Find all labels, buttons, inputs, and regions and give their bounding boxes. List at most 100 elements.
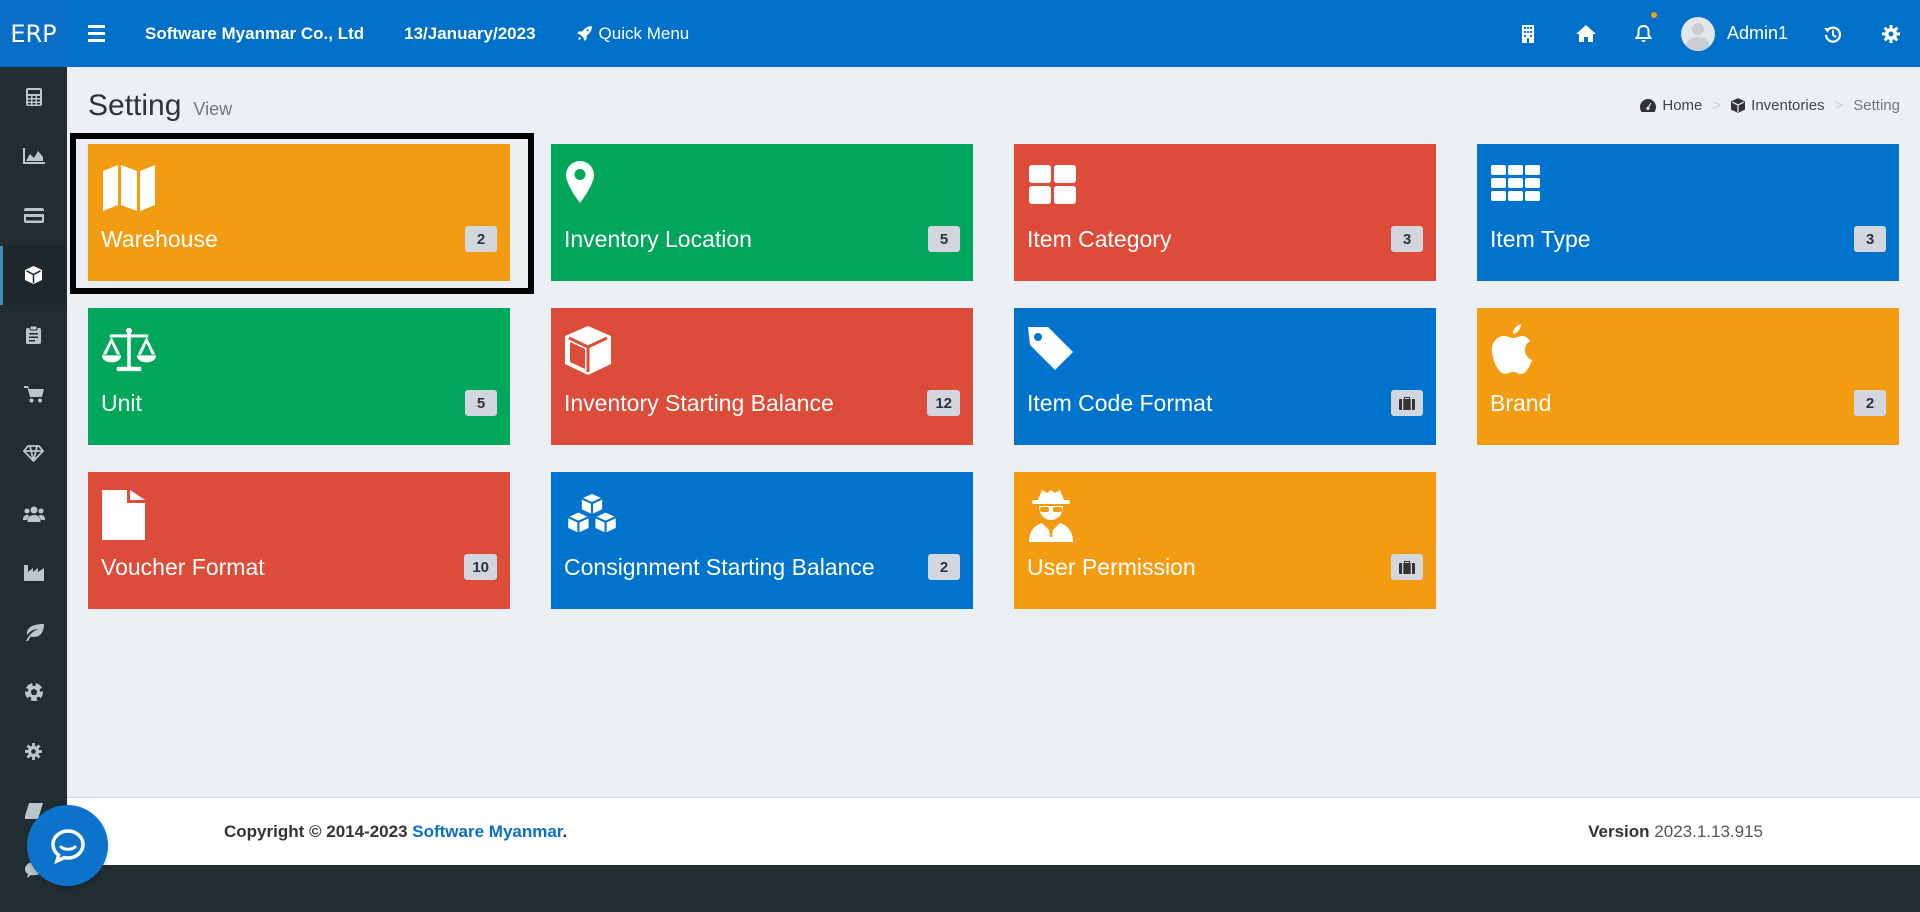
- breadcrumb-home[interactable]: Home: [1640, 97, 1702, 114]
- main-content: Setting View Home > Inventories > Settin…: [67, 67, 1920, 797]
- history-button[interactable]: [1804, 0, 1862, 67]
- cube-icon: [1731, 98, 1746, 113]
- sidebar-item-settings[interactable]: [0, 722, 67, 782]
- sidebar-item-inventories[interactable]: [0, 245, 67, 305]
- tile-item-category[interactable]: Item Category 3: [1014, 144, 1436, 281]
- soccer-ball-icon: [24, 682, 43, 701]
- page-header: Setting View: [88, 89, 232, 123]
- copyright-suffix: .: [562, 821, 568, 841]
- tile-item-code-format[interactable]: Item Code Format: [1014, 308, 1436, 445]
- clipboard-icon: [26, 325, 41, 344]
- tile-warehouse[interactable]: Warehouse 2: [88, 144, 510, 281]
- company-name: Software Myanmar Co., Ltd: [145, 23, 365, 43]
- sidebar-item-payments[interactable]: [0, 186, 67, 246]
- apple-icon: [1492, 324, 1532, 374]
- tile-label: Warehouse: [101, 226, 218, 252]
- cube-icon: [565, 326, 611, 375]
- version-number: 2023.1.13.915: [1654, 821, 1763, 841]
- copyright-text: Copyright © 2014-2023: [224, 821, 413, 841]
- footer: Copyright © 2014-2023 Software Myanmar. …: [67, 797, 1920, 865]
- quick-menu-label: Quick Menu: [598, 23, 690, 43]
- tile-inventory-location[interactable]: Inventory Location 5: [551, 144, 973, 281]
- sidebar: [0, 67, 67, 912]
- tile-label: Unit: [101, 390, 142, 416]
- cube-icon: [25, 266, 42, 285]
- sidebar-item-products[interactable]: [0, 424, 67, 484]
- version-info: Version 2023.1.13.915: [1588, 822, 1763, 842]
- chat-icon: [50, 828, 85, 864]
- tile-user-permission[interactable]: User Permission: [1014, 472, 1436, 609]
- tile-voucher-format[interactable]: Voucher Format 10: [88, 472, 510, 609]
- user-menu[interactable]: Admin1: [1673, 0, 1804, 67]
- count-badge: 2: [928, 554, 960, 580]
- tile-brand[interactable]: Brand 2: [1477, 308, 1899, 445]
- balance-scale-icon: [101, 327, 157, 372]
- tile-inventory-starting-balance[interactable]: Inventory Starting Balance 12: [551, 308, 973, 445]
- tile-item-type[interactable]: Item Type 3: [1477, 144, 1899, 281]
- sidebar-item-sports[interactable]: [0, 662, 67, 722]
- notifications-button[interactable]: [1615, 0, 1673, 67]
- sidebar-item-customers[interactable]: [0, 484, 67, 544]
- rocket-icon: [576, 26, 592, 41]
- company-link[interactable]: Software Myanmar: [412, 822, 562, 841]
- quick-menu-button[interactable]: Quick Menu: [576, 23, 690, 44]
- count-badge: 5: [928, 226, 960, 252]
- breadcrumb-separator: >: [1712, 97, 1722, 114]
- briefcase-icon: [1399, 396, 1415, 410]
- count-badge: 2: [465, 226, 497, 252]
- app-logo[interactable]: ERP: [0, 0, 67, 67]
- file-icon: [102, 490, 145, 540]
- th-icon: [1491, 165, 1540, 201]
- bottom-strip: [67, 865, 1920, 912]
- tile-consignment-starting-balance[interactable]: Consignment Starting Balance 2: [551, 472, 973, 609]
- dashboard-icon: [1640, 99, 1657, 112]
- top-navbar: Software Myanmar Co., Ltd 13/January/202…: [67, 0, 1920, 67]
- sidebar-toggle-button[interactable]: [67, 0, 125, 67]
- home-icon: [1575, 25, 1596, 42]
- sidebar-item-production[interactable]: [0, 543, 67, 603]
- hamburger-icon: [87, 23, 105, 44]
- breadcrumb: Home > Inventories > Setting: [1640, 97, 1900, 114]
- history-icon: [1824, 26, 1842, 43]
- breadcrumb-separator: >: [1834, 97, 1844, 114]
- tile-label: Item Type: [1490, 226, 1591, 252]
- user-secret-icon: [1029, 490, 1073, 542]
- sidebar-item-reports[interactable]: [0, 127, 67, 187]
- building-button[interactable]: [1499, 0, 1557, 67]
- th-large-icon: [1029, 165, 1076, 204]
- user-name: Admin1: [1726, 23, 1788, 43]
- version-label: Version: [1588, 821, 1650, 841]
- tile-label: Item Category: [1027, 226, 1172, 252]
- sidebar-item-eco[interactable]: [0, 603, 67, 663]
- breadcrumb-inventories-label: Inventories: [1751, 97, 1825, 114]
- breadcrumb-home-label: Home: [1662, 97, 1703, 114]
- chat-widget-button[interactable]: [27, 805, 108, 886]
- count-badge: 3: [1391, 226, 1423, 252]
- home-button[interactable]: [1557, 0, 1615, 67]
- sidebar-item-accounting[interactable]: [0, 67, 67, 127]
- tile-label: Inventory Location: [564, 226, 752, 252]
- industry-icon: [23, 565, 44, 582]
- page-subtitle: View: [193, 99, 233, 119]
- tile-label: Inventory Starting Balance: [564, 390, 834, 416]
- tile-label: Consignment Starting Balance: [564, 554, 875, 580]
- briefcase-badge: [1391, 554, 1423, 580]
- count-badge: 2: [1854, 390, 1886, 416]
- tile-label: Voucher Format: [101, 554, 265, 580]
- credit-card-icon: [23, 208, 44, 224]
- briefcase-badge: [1391, 390, 1423, 416]
- cubes-icon: [566, 492, 618, 535]
- sidebar-item-sales[interactable]: [0, 365, 67, 425]
- sidebar-item-tasks[interactable]: [0, 305, 67, 365]
- gear-icon: [25, 742, 42, 760]
- area-chart-icon: [22, 148, 45, 165]
- breadcrumb-inventories[interactable]: Inventories: [1731, 97, 1825, 114]
- current-date: 13/January/2023: [404, 23, 536, 43]
- tile-unit[interactable]: Unit 5: [88, 308, 510, 445]
- users-icon: [22, 506, 45, 522]
- copyright: Copyright © 2014-2023 Software Myanmar.: [224, 822, 567, 842]
- calculator-icon: [25, 87, 42, 106]
- diamond-icon: [23, 445, 44, 463]
- map-icon: [103, 165, 155, 211]
- settings-button[interactable]: [1862, 0, 1920, 67]
